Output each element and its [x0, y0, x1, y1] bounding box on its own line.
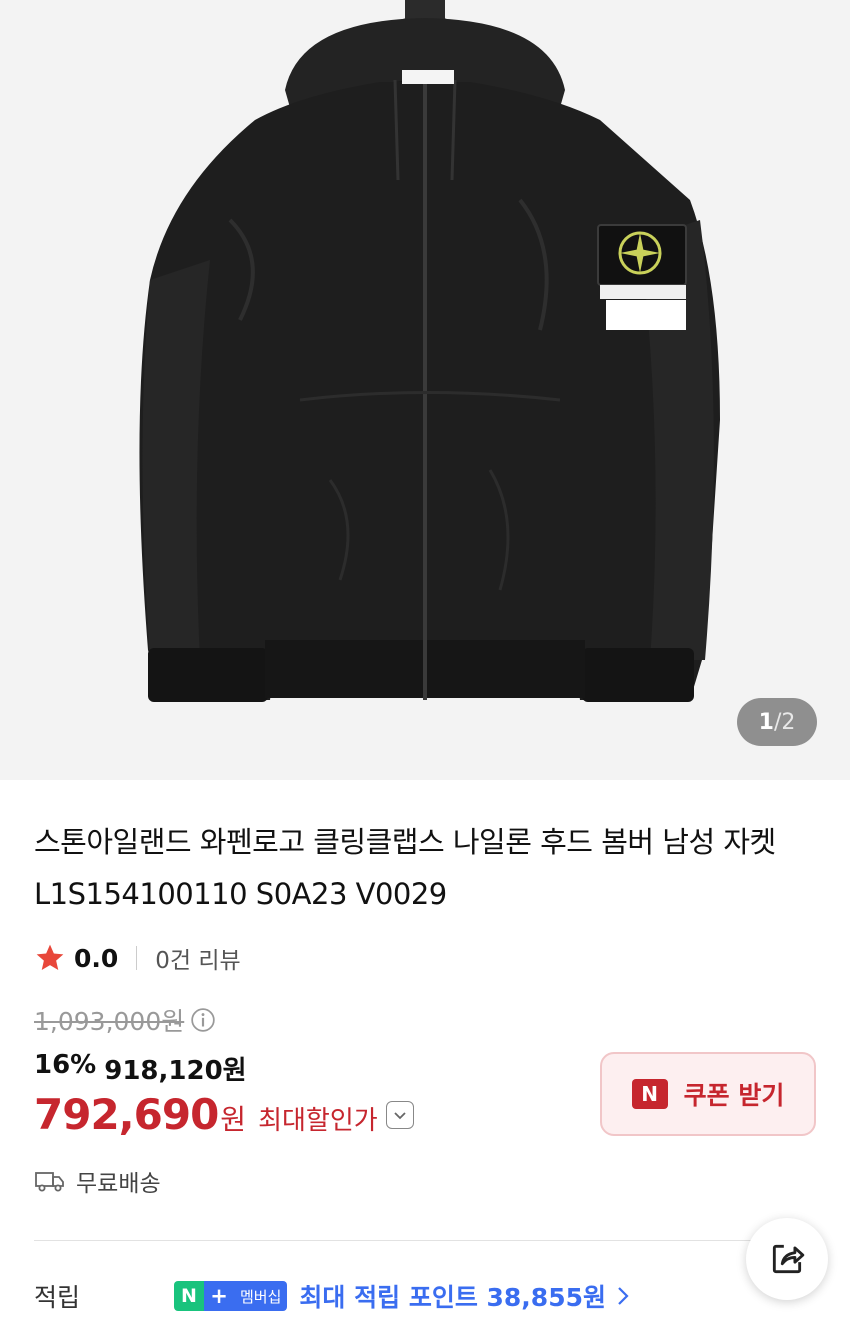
jacket-image	[139, 0, 720, 702]
membership-label: 멤버십	[234, 1281, 288, 1311]
chevron-down-icon[interactable]	[385, 1100, 414, 1129]
image-counter-separator: /	[773, 709, 782, 735]
naver-n-icon: N	[631, 1079, 668, 1109]
points-label: 적립	[34, 1283, 81, 1312]
naver-plus-membership-badge: N + 멤버십	[174, 1281, 288, 1311]
info-icon[interactable]	[190, 1007, 216, 1033]
shipping-row: 무료배송	[34, 1164, 161, 1198]
image-counter-total: 2	[781, 709, 796, 735]
original-price-row: 1,093,000원	[34, 1002, 216, 1038]
section-divider	[34, 1240, 816, 1241]
final-price-unit: 원	[220, 1103, 247, 1136]
points-row[interactable]: 적립 N + 멤버십 최대 적립 포인트 38,855원	[34, 1278, 630, 1314]
original-price: 1,093,000원	[34, 1007, 185, 1036]
product-title: 스톤아일랜드 와펜로고 클링클랩스 나일론 후드 봄버 남성 자켓 L1S154…	[34, 825, 776, 911]
rating-score: 0.0	[74, 943, 119, 973]
image-counter: 1 / 2	[737, 698, 817, 746]
final-price-row[interactable]: 792,690 원 최대할인가	[34, 1090, 414, 1139]
coupon-button-label: 쿠폰 받기	[683, 1081, 785, 1110]
share-button[interactable]	[746, 1218, 828, 1300]
final-price: 792,690	[34, 1090, 219, 1139]
image-counter-current: 1	[758, 709, 774, 735]
review-count[interactable]: 0건 리뷰	[155, 941, 240, 975]
star-icon	[36, 944, 64, 970]
shipping-label: 무료배송	[76, 1171, 161, 1197]
product-image-gallery[interactable]: 1 / 2	[0, 0, 850, 780]
discount-row: 16% 918,120원	[34, 1050, 247, 1087]
rating-divider	[136, 946, 138, 970]
discount-percent: 16%	[34, 1050, 97, 1080]
max-discount-label: 최대할인가	[258, 1106, 378, 1136]
rating-row[interactable]: 0.0 0건 리뷰	[34, 938, 241, 978]
truck-icon	[35, 1172, 64, 1192]
coupon-button[interactable]: N 쿠폰 받기	[600, 1052, 816, 1136]
max-points-text[interactable]: 최대 적립 포인트 38,855원	[299, 1278, 606, 1314]
discounted-price: 918,120원	[104, 1056, 247, 1086]
plus-icon: +	[204, 1281, 234, 1311]
naver-n-icon: N	[174, 1281, 204, 1311]
share-icon	[772, 1244, 805, 1274]
chevron-right-icon[interactable]	[616, 1285, 630, 1307]
